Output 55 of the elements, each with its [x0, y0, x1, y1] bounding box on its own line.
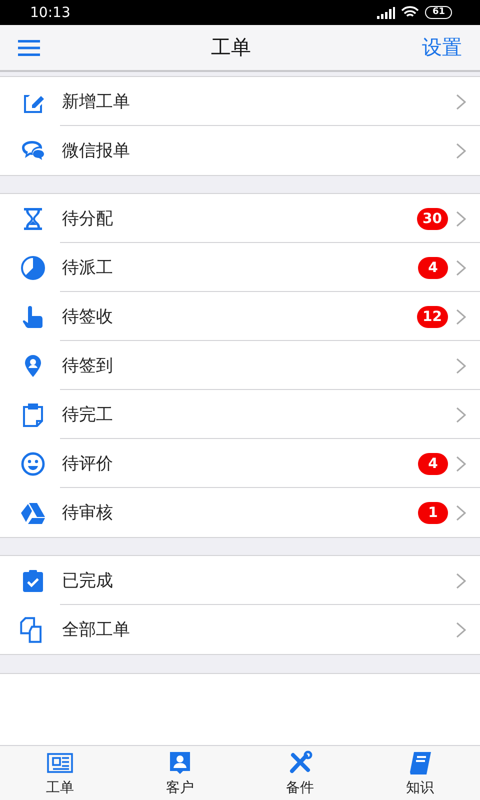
chevron-right-icon: [456, 406, 466, 422]
row-label: 新增工单: [62, 91, 131, 113]
menu-row[interactable]: 微信报单: [0, 126, 480, 175]
book-icon: [407, 750, 433, 776]
menu-row[interactable]: 全部工单: [0, 605, 480, 654]
row-label: 待审核: [62, 502, 114, 524]
count-badge: 4: [418, 256, 448, 278]
chevron-right-icon: [456, 456, 466, 472]
chevron-right-icon: [456, 210, 466, 226]
chevron-right-icon: [456, 142, 466, 158]
count-badge: 1: [418, 502, 448, 524]
settings-link[interactable]: 设置: [422, 34, 462, 61]
battery-level: 61: [425, 6, 452, 19]
clipboard-icon: [20, 402, 46, 428]
contact-card-icon: [167, 750, 193, 776]
menu-row[interactable]: 新增工单: [0, 77, 480, 126]
menu-row[interactable]: 已完成: [0, 556, 480, 605]
status-time: 10:13: [30, 4, 70, 20]
page-title: 工单: [211, 34, 251, 61]
row-label: 全部工单: [62, 619, 131, 641]
menu-row[interactable]: 待派工 4: [0, 243, 480, 292]
menu-row[interactable]: 待审核 1: [0, 488, 480, 537]
chevron-right-icon: [456, 94, 466, 110]
tab-bar-item[interactable]: 备件: [240, 746, 360, 800]
tab-bar-item[interactable]: 客户: [120, 746, 240, 800]
row-label: 待签收: [62, 306, 114, 328]
row-label: 待签到: [62, 355, 114, 377]
row-label: 待评价: [62, 453, 114, 475]
chevron-right-icon: [456, 622, 466, 638]
menu-row[interactable]: 待签到: [0, 341, 480, 390]
row-label: 已完成: [62, 570, 114, 592]
checked-clipboard-icon: [20, 568, 46, 594]
tab-bar-item[interactable]: 知识: [360, 746, 480, 800]
tools-icon: [287, 750, 313, 776]
chevron-right-icon: [456, 572, 466, 588]
menu-row[interactable]: 待完工: [0, 390, 480, 439]
menu-row[interactable]: 待签收 12: [0, 292, 480, 341]
chevron-right-icon: [456, 260, 466, 276]
count-badge: 12: [416, 306, 448, 328]
menu-row[interactable]: 待分配 30: [0, 194, 480, 243]
smiley-icon: [20, 450, 46, 476]
count-badge: 4: [418, 452, 448, 474]
row-label: 待分配: [62, 208, 114, 230]
tab-bar-item[interactable]: 工单: [0, 746, 120, 800]
count-badge: 30: [416, 208, 448, 230]
row-label: 微信报单: [62, 140, 131, 162]
menu-icon[interactable]: [18, 40, 40, 56]
row-label: 待完工: [62, 404, 114, 426]
chevron-right-icon: [456, 358, 466, 374]
wifi-icon: [401, 6, 420, 19]
chevron-right-icon: [456, 308, 466, 324]
chevron-right-icon: [456, 504, 466, 520]
row-label: 待派工: [62, 257, 114, 279]
menu-row[interactable]: 待评价 4: [0, 439, 480, 488]
signal-icon: [377, 6, 396, 18]
